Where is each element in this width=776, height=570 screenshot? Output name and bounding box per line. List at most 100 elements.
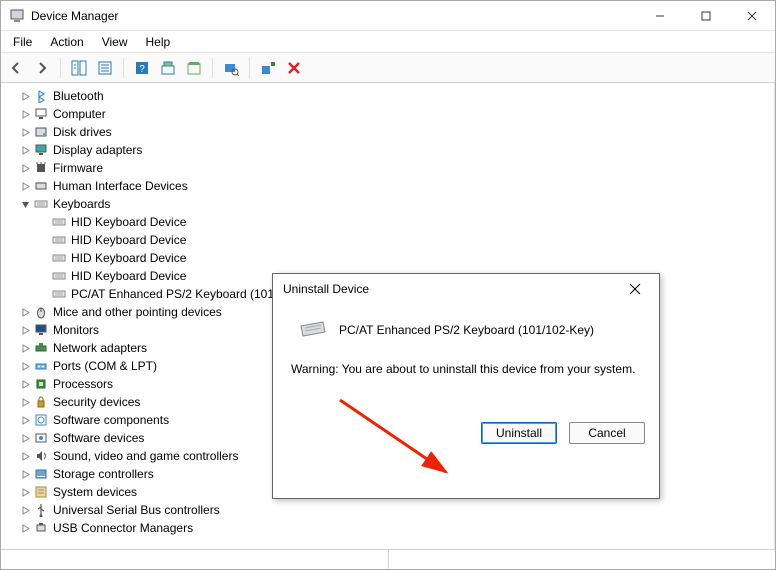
toolbar-add-legacy[interactable] [257, 57, 279, 79]
toolbar-remove[interactable] [283, 57, 305, 79]
tree-item-label: Display adapters [53, 143, 142, 157]
tree-item-label: HID Keyboard Device [71, 251, 186, 265]
tree-item-label: Mice and other pointing devices [53, 305, 222, 319]
dialog-device-row: PC/AT Enhanced PS/2 Keyboard (101/102-Ke… [289, 314, 643, 354]
menubar: File Action View Help [1, 31, 775, 53]
tree-item-label: HID Keyboard Device [71, 233, 186, 247]
storage-icon [33, 466, 49, 482]
chevron-right-icon[interactable] [19, 396, 31, 408]
bluetooth-icon [33, 88, 49, 104]
chevron-right-icon[interactable] [19, 450, 31, 462]
toolbar-update-driver[interactable] [157, 57, 179, 79]
minimize-button[interactable] [637, 1, 683, 31]
tree-item[interactable]: Keyboards [17, 195, 772, 213]
chevron-right-icon[interactable] [19, 126, 31, 138]
chevron-right-icon[interactable] [37, 288, 49, 300]
keyboard-icon [51, 232, 67, 248]
uninstall-dialog: Uninstall Device PC/AT Enhanced PS/2 Key… [272, 273, 660, 499]
tree-item-label: Universal Serial Bus controllers [53, 503, 220, 517]
tree-item-label: Software devices [53, 431, 144, 445]
usb-icon [33, 502, 49, 518]
firmware-icon [33, 160, 49, 176]
menu-view[interactable]: View [94, 33, 136, 51]
tree-item-label: Sound, video and game controllers [53, 449, 238, 463]
chevron-right-icon[interactable] [19, 360, 31, 372]
chevron-right-icon[interactable] [19, 504, 31, 516]
chevron-right-icon[interactable] [37, 216, 49, 228]
window-title: Device Manager [31, 9, 118, 23]
tree-item[interactable]: Bluetooth [17, 87, 772, 105]
tree-item[interactable]: USB Connector Managers [17, 519, 772, 537]
toolbar-scan-hardware[interactable] [220, 57, 242, 79]
tree-item-label: USB Connector Managers [53, 521, 193, 535]
keyboard-icon [51, 268, 67, 284]
chevron-right-icon[interactable] [19, 432, 31, 444]
chevron-right-icon[interactable] [37, 270, 49, 282]
menu-help[interactable]: Help [138, 33, 179, 51]
security-icon [33, 394, 49, 410]
chevron-right-icon[interactable] [37, 234, 49, 246]
chevron-right-icon[interactable] [19, 468, 31, 480]
tree-item-label: Storage controllers [53, 467, 154, 481]
tree-item-label: Ports (COM & LPT) [53, 359, 157, 373]
app-icon [9, 8, 25, 24]
chevron-down-icon[interactable] [19, 198, 31, 210]
disk-icon [33, 124, 49, 140]
network-icon [33, 340, 49, 356]
dialog-warning-text: Warning: You are about to uninstall this… [289, 354, 643, 406]
chevron-right-icon[interactable] [19, 378, 31, 390]
swcomp-icon [33, 412, 49, 428]
tree-item-label: Software components [53, 413, 169, 427]
port-icon [33, 358, 49, 374]
chevron-right-icon[interactable] [19, 324, 31, 336]
chevron-right-icon[interactable] [19, 90, 31, 102]
tree-item[interactable]: Firmware [17, 159, 772, 177]
dialog-title: Uninstall Device [283, 282, 621, 296]
titlebar: Device Manager [1, 1, 775, 31]
chevron-right-icon[interactable] [19, 144, 31, 156]
chevron-right-icon[interactable] [19, 342, 31, 354]
tree-item-label: Firmware [53, 161, 103, 175]
chevron-right-icon[interactable] [19, 306, 31, 318]
maximize-button[interactable] [683, 1, 729, 31]
tree-item[interactable]: HID Keyboard Device [35, 213, 772, 231]
tree-item[interactable]: HID Keyboard Device [35, 231, 772, 249]
menu-file[interactable]: File [5, 33, 40, 51]
tree-item-label: System devices [53, 485, 137, 499]
toolbar-back[interactable] [5, 57, 27, 79]
dialog-close-button[interactable] [621, 275, 649, 303]
tree-item-label: Keyboards [53, 197, 110, 211]
keyboard-icon [51, 250, 67, 266]
toolbar-show-hide-tree[interactable] [68, 57, 90, 79]
chevron-right-icon[interactable] [19, 108, 31, 120]
keyboard-icon [33, 196, 49, 212]
close-button[interactable] [729, 1, 775, 31]
chevron-right-icon[interactable] [19, 486, 31, 498]
display-icon [33, 142, 49, 158]
tree-item-label: Disk drives [53, 125, 112, 139]
tree-item[interactable]: HID Keyboard Device [35, 249, 772, 267]
chevron-right-icon[interactable] [19, 414, 31, 426]
tree-item-label: Network adapters [53, 341, 147, 355]
chevron-right-icon[interactable] [37, 252, 49, 264]
toolbar-help[interactable]: ? [131, 57, 153, 79]
tree-item[interactable]: Human Interface Devices [17, 177, 772, 195]
menu-action[interactable]: Action [42, 33, 91, 51]
cancel-button[interactable]: Cancel [569, 422, 645, 444]
svg-text:?: ? [139, 64, 145, 75]
chevron-right-icon[interactable] [19, 162, 31, 174]
toolbar-forward[interactable] [31, 57, 53, 79]
swdev-icon [33, 430, 49, 446]
toolbar-uninstall[interactable] [183, 57, 205, 79]
toolbar-properties[interactable] [94, 57, 116, 79]
uninstall-button[interactable]: Uninstall [481, 422, 557, 444]
chevron-right-icon[interactable] [19, 522, 31, 534]
tree-item-label: Bluetooth [53, 89, 104, 103]
tree-item-label: Security devices [53, 395, 140, 409]
tree-item[interactable]: Computer [17, 105, 772, 123]
chevron-right-icon[interactable] [19, 180, 31, 192]
tree-item[interactable]: Disk drives [17, 123, 772, 141]
usbconn-icon [33, 520, 49, 536]
tree-item[interactable]: Display adapters [17, 141, 772, 159]
tree-item[interactable]: Universal Serial Bus controllers [17, 501, 772, 519]
